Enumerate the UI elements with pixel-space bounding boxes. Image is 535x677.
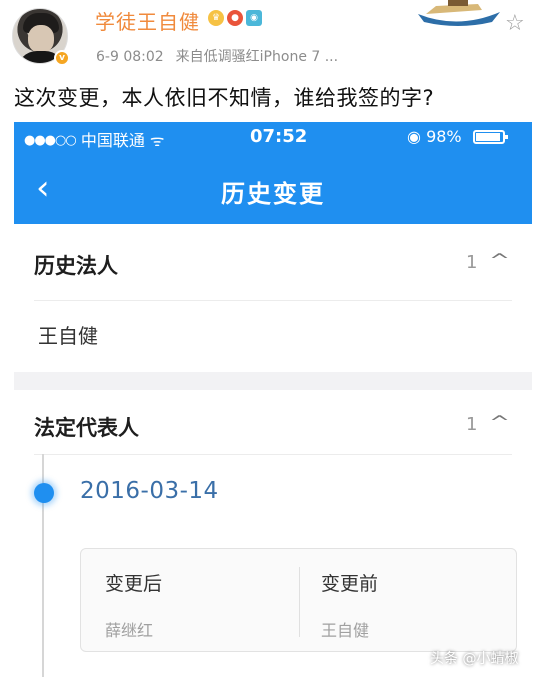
user-badges: ♛ ● ◉ bbox=[208, 10, 262, 26]
status-time: 07:52 bbox=[250, 126, 308, 147]
section-count: 1 bbox=[466, 414, 478, 435]
level-badge-icon: ● bbox=[227, 10, 243, 26]
wifi-icon: ᯤ bbox=[149, 131, 165, 150]
post-meta: 6-9 08:02 来自低调骚红iPhone 7 ... bbox=[96, 46, 338, 66]
status-left: ●●●○○ 中国联通 ᯤ bbox=[24, 127, 165, 151]
after-value: 薛继红 bbox=[105, 621, 154, 640]
verified-badge-icon: v bbox=[54, 50, 70, 66]
section-history-legal-person: 历史法人 1 ^ 王自健 bbox=[14, 224, 532, 372]
history-person-name: 王自健 bbox=[38, 324, 98, 348]
signal-icon: ●●●○○ bbox=[24, 133, 77, 148]
boat-decoration-icon bbox=[418, 0, 500, 26]
battery-icon bbox=[472, 130, 508, 144]
avatar-face bbox=[28, 25, 54, 53]
chevron-up-icon[interactable]: ^ bbox=[489, 412, 510, 433]
battery-percent: 98% bbox=[426, 127, 462, 146]
carrier-name: 中国联通 bbox=[80, 131, 145, 150]
page-title: 历史变更 bbox=[221, 180, 325, 208]
post-date: 6-9 08:02 bbox=[96, 49, 164, 65]
divider bbox=[34, 454, 512, 455]
chevron-up-icon[interactable]: ^ bbox=[489, 250, 510, 271]
favorite-star-icon[interactable]: ☆ bbox=[505, 13, 525, 35]
after-label: 变更后 bbox=[105, 573, 163, 595]
section-gap bbox=[14, 372, 532, 390]
timeline-dot bbox=[34, 483, 54, 503]
crown-icon: ♛ bbox=[208, 10, 224, 26]
before-value: 王自健 bbox=[321, 621, 370, 640]
orientation-lock-icon: ◉ bbox=[407, 127, 421, 146]
post-text: 这次变更，本人依旧不知情，谁给我签的字? bbox=[14, 86, 435, 110]
change-card: 变更后 薛继红 变更前 王自健 bbox=[80, 548, 517, 652]
eye-icon: ◉ bbox=[246, 10, 262, 26]
username[interactable]: 学徒王自健 bbox=[95, 6, 200, 35]
section-count: 1 bbox=[466, 252, 478, 273]
column-divider bbox=[299, 567, 300, 637]
watermark: 头条 @小蜻椒 bbox=[430, 651, 519, 667]
change-date: 2016-03-14 bbox=[80, 478, 219, 504]
post-source[interactable]: 来自低调骚红iPhone 7 ... bbox=[176, 49, 338, 65]
nav-bar: ‹ 历史变更 bbox=[14, 154, 532, 224]
section-title: 法定代表人 bbox=[34, 416, 139, 440]
section-title: 历史法人 bbox=[34, 254, 118, 278]
weibo-post-header: v 学徒王自健 ♛ ● ◉ 6-9 08:02 来自低调骚红iPhone 7 ..… bbox=[0, 0, 535, 118]
embedded-phone-screenshot: ●●●○○ 中国联通 ᯤ 07:52 ◉ 98% ‹ 历史变更 历史法人 1 ^… bbox=[14, 122, 532, 677]
status-bar: ●●●○○ 中国联通 ᯤ 07:52 ◉ 98% bbox=[14, 122, 532, 154]
before-label: 变更前 bbox=[321, 573, 379, 595]
divider bbox=[34, 300, 512, 301]
section-legal-representative: 法定代表人 1 ^ 2016-03-14 变更后 薛继红 变更前 王自健 bbox=[14, 390, 532, 677]
status-right: ◉ 98% bbox=[407, 127, 508, 146]
